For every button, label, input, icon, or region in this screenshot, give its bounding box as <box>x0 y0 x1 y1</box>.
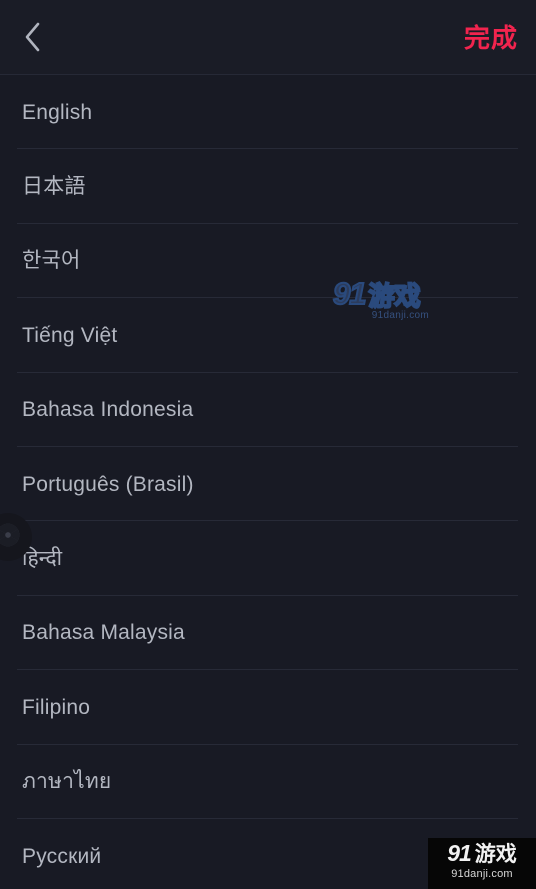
language-label: Filipino <box>22 695 91 719</box>
language-label: Tiếng Việt <box>22 323 118 347</box>
back-button[interactable] <box>6 8 58 66</box>
language-list: English 日本語 한국어 Tiếng Việt Bahasa Indone… <box>0 75 536 889</box>
language-item-korean[interactable]: 한국어 <box>0 224 536 299</box>
language-item-thai[interactable]: ภาษาไทย <box>0 745 536 820</box>
language-item-filipino[interactable]: Filipino <box>0 670 536 745</box>
language-label: Bahasa Indonesia <box>22 398 194 422</box>
language-item-hindi[interactable]: हिन्दी <box>0 521 536 597</box>
language-item-russian[interactable]: Русский <box>0 819 536 889</box>
chevron-left-icon <box>23 21 42 53</box>
language-item-vietnamese[interactable]: Tiếng Việt <box>0 298 536 373</box>
language-item-japanese[interactable]: 日本語 <box>0 149 536 225</box>
language-label: Bahasa Malaysia <box>22 621 185 645</box>
language-label: Русский <box>22 844 102 868</box>
header-bar: 完成 <box>0 0 536 75</box>
language-item-english[interactable]: English <box>0 75 536 150</box>
camera-aperture-icon <box>0 522 21 553</box>
language-item-indonesian[interactable]: Bahasa Indonesia <box>0 373 536 448</box>
language-settings-screen: 完成 English 日本語 한국어 Tiếng Việt Bahasa Ind… <box>0 0 536 889</box>
language-label: 日本語 <box>22 174 86 198</box>
language-label: 한국어 <box>22 249 81 273</box>
language-item-malay[interactable]: Bahasa Malaysia <box>0 596 536 671</box>
language-label: English <box>22 100 93 124</box>
done-button[interactable]: 完成 <box>464 0 518 75</box>
language-label: Português (Brasil) <box>22 472 194 496</box>
language-label: ภาษาไทย <box>22 770 112 794</box>
language-item-portuguese-brazil[interactable]: Português (Brasil) <box>0 447 536 522</box>
